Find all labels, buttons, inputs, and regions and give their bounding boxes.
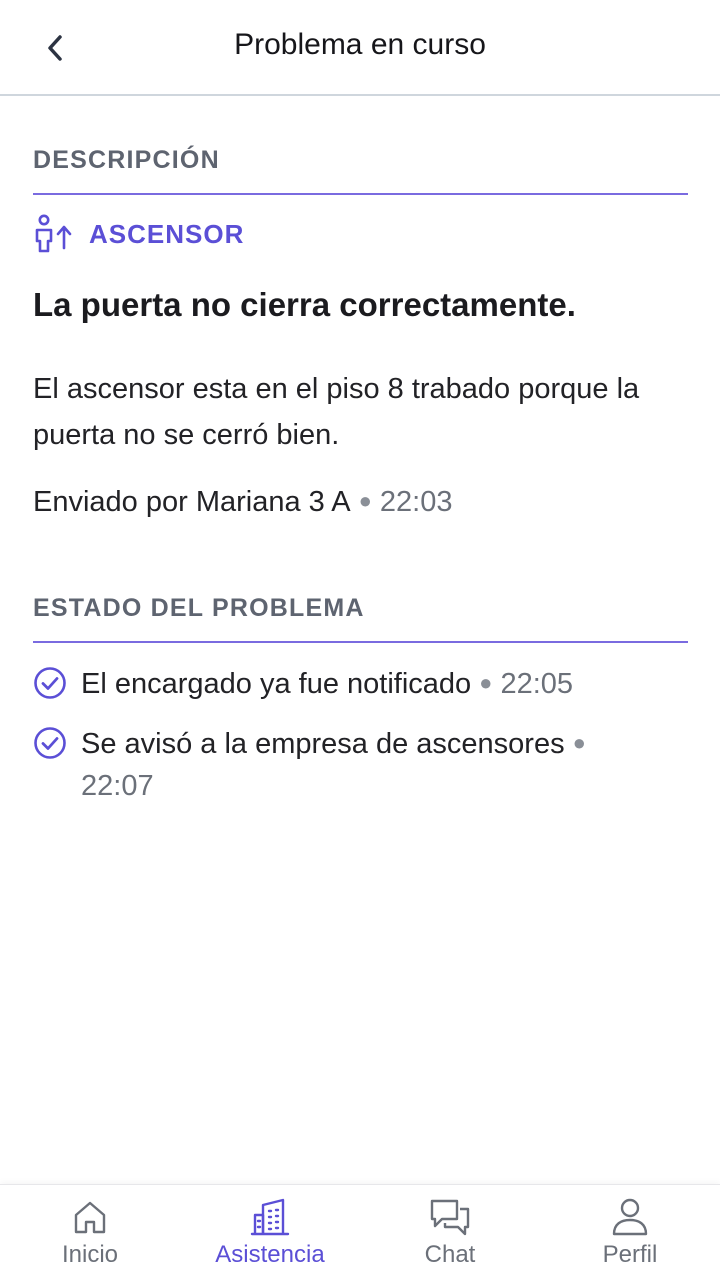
category-row: ASCENSOR <box>33 212 244 256</box>
problem-description: El ascensor esta en el piso 8 trabado po… <box>33 373 640 451</box>
status-divider <box>33 641 688 643</box>
separator-dot: ● <box>479 670 493 695</box>
separator-dot: ● <box>572 730 586 755</box>
user-icon <box>612 1198 648 1236</box>
sent-time: 22:03 <box>379 486 453 518</box>
page-title: Problema en curso <box>234 28 486 61</box>
description-divider <box>33 193 688 195</box>
bottom-navigation: Inicio Asistencia Chat Perfil <box>0 1184 720 1280</box>
status-item: Se avisó a la empresa de ascensores ● 22:0… <box>33 722 693 812</box>
status-section-title: ESTADO DEL PROBLEMA <box>33 594 365 622</box>
status-item-time: 22:05 <box>500 668 574 700</box>
problem-title: La puerta no cierra correctamente. <box>33 286 576 323</box>
check-circle-icon <box>34 667 66 699</box>
nav-label-perfil: Perfil <box>602 1241 658 1268</box>
nav-label-inicio: Inicio <box>61 1241 119 1268</box>
elevator-person-icon <box>33 214 73 254</box>
sent-by-line: Enviado por Mariana 3 A ● 22:03 <box>33 486 452 519</box>
building-icon <box>250 1198 290 1236</box>
status-item: El encargado ya fue notificado ● 22:05 <box>33 662 693 706</box>
separator-dot: ● <box>358 488 372 513</box>
status-item-text: Se avisó a la empresa de ascensores ● 22:0… <box>81 722 681 807</box>
nav-label-chat: Chat <box>424 1241 476 1268</box>
check-circle-icon <box>34 727 66 759</box>
status-item-label: El encargado ya fue notificado <box>81 668 472 700</box>
sent-by-text: Enviado por Mariana 3 A <box>33 486 351 518</box>
nav-item-perfil[interactable]: Perfil <box>540 1185 720 1280</box>
home-icon <box>74 1201 106 1234</box>
nav-item-chat[interactable]: Chat <box>360 1185 540 1280</box>
chat-icon <box>430 1199 470 1236</box>
nav-label-asistencia: Asistencia <box>215 1241 325 1268</box>
status-item-text: El encargado ya fue notificado ● 22:05 <box>81 662 681 705</box>
category-label: ASCENSOR <box>89 218 245 249</box>
status-item-time: 22:07 <box>81 770 154 802</box>
app-header: Problema en curso <box>0 0 720 96</box>
description-section-title: DESCRIPCIÓN <box>33 146 220 174</box>
nav-item-inicio[interactable]: Inicio <box>0 1185 180 1280</box>
nav-item-asistencia[interactable]: Asistencia <box>180 1185 360 1280</box>
status-item-label: Se avisó a la empresa de ascensores <box>81 728 565 760</box>
